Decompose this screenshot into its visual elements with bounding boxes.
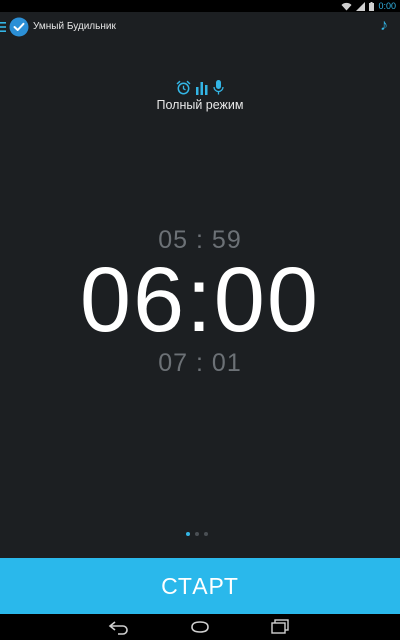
microphone-icon bbox=[213, 79, 224, 94]
wifi-icon bbox=[341, 2, 352, 10]
battery-icon bbox=[369, 1, 375, 11]
page-dot bbox=[204, 532, 208, 536]
signal-icon bbox=[356, 1, 366, 11]
alarm-clock-icon bbox=[176, 80, 191, 94]
status-icons: 0:00 bbox=[341, 0, 396, 12]
time-next[interactable]: 07 : 01 bbox=[0, 348, 400, 378]
mode-label[interactable]: Полный режим bbox=[0, 97, 400, 113]
mode-icons[interactable] bbox=[176, 79, 224, 95]
app-screen: 0:00 Умный Будильник ♪ Полный режим 05:… bbox=[0, 0, 400, 640]
page-dot-active bbox=[186, 532, 190, 536]
status-bar: 0:00 bbox=[0, 0, 400, 12]
back-icon[interactable] bbox=[107, 619, 131, 635]
page-dot bbox=[195, 532, 199, 536]
recent-apps-icon[interactable] bbox=[269, 619, 293, 635]
nav-bar bbox=[0, 614, 400, 640]
start-button[interactable]: СТАРТ bbox=[0, 558, 400, 614]
alarm-check-logo[interactable] bbox=[9, 17, 29, 37]
time-current[interactable]: 06:00 bbox=[0, 248, 400, 352]
status-time: 0:00 bbox=[378, 1, 396, 11]
app-title: Умный Будильник bbox=[33, 21, 116, 32]
home-icon[interactable] bbox=[188, 619, 212, 635]
app-bar: Умный Будильник ♪ bbox=[0, 12, 400, 42]
bar-chart-icon bbox=[196, 81, 208, 95]
hamburger-icon[interactable] bbox=[0, 22, 6, 32]
music-note-icon[interactable]: ♪ bbox=[380, 16, 388, 36]
page-indicator bbox=[186, 532, 208, 536]
